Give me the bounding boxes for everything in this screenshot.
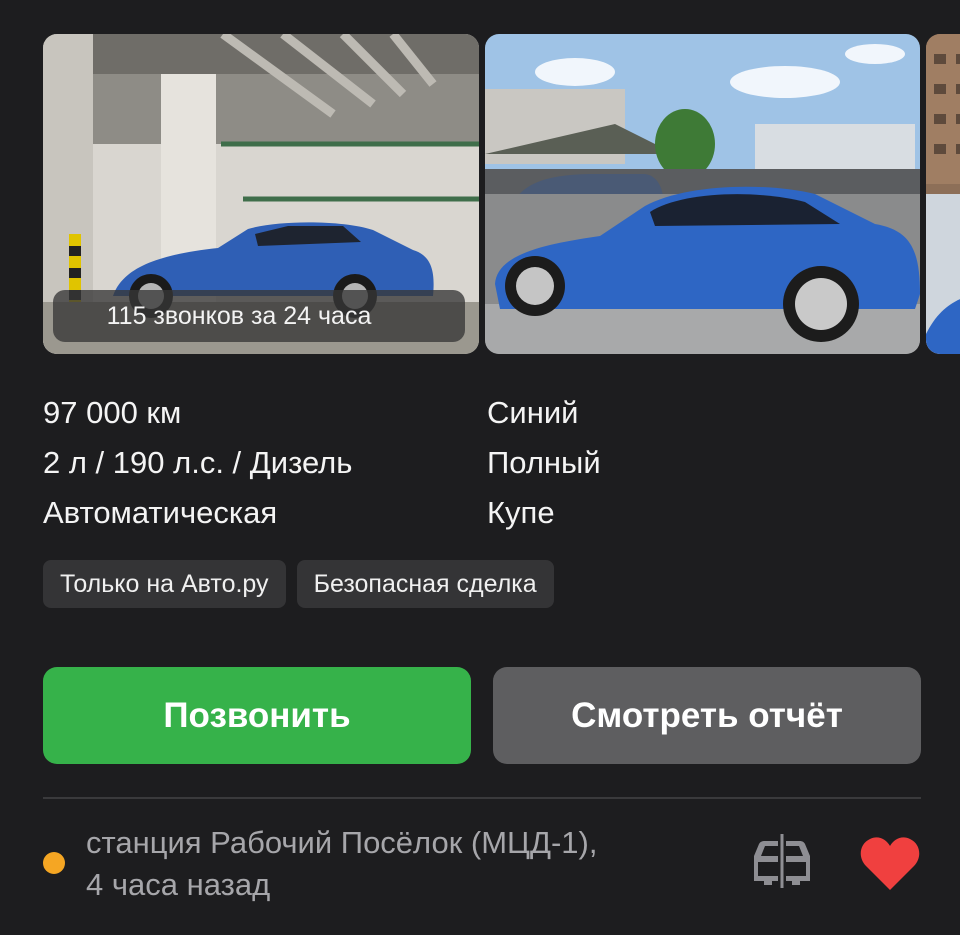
posted-time: 4 часа назад (86, 867, 271, 902)
location-info: станция Рабочий Посёлок (МЦД-1), 4 часа … (86, 822, 597, 906)
photo-gallery[interactable]: 115 звонков за 24 часа (43, 34, 960, 354)
spec-color: Синий (487, 395, 579, 430)
listing-tags: Только на Авто.ру Безопасная сделка (43, 560, 554, 608)
view-report-button[interactable]: Смотреть отчёт (493, 667, 921, 764)
car-photo-partial[interactable] (926, 34, 960, 354)
partial-image (926, 34, 960, 354)
car-photo-garage[interactable]: 115 звонков за 24 часа (43, 34, 479, 354)
specs-right-column: Синий Полный Купе (487, 388, 601, 538)
location-station: станция Рабочий Посёлок (МЦД-1), (86, 825, 598, 860)
tag-safe-deal[interactable]: Безопасная сделка (296, 560, 554, 608)
spec-mileage: 97 000 км (43, 395, 182, 430)
spec-body: Купе (487, 495, 555, 530)
spec-engine: 2 л / 190 л.с. / Дизель (43, 445, 353, 480)
calls-count-badge: 115 звонков за 24 часа (53, 290, 465, 342)
spec-transmission: Автоматическая (43, 495, 278, 530)
car-photo-outdoor[interactable] (485, 34, 920, 354)
heart-icon[interactable] (860, 836, 920, 892)
spec-drive: Полный (487, 445, 601, 480)
compare-cars-icon[interactable] (750, 832, 814, 890)
specs-left-column: 97 000 км 2 л / 190 л.с. / Дизель Автома… (43, 388, 352, 538)
listing-card: 115 звонков за 24 часа 97 000 км 2 л / 1… (0, 0, 960, 935)
tag-only-autoru[interactable]: Только на Авто.ру (43, 560, 286, 608)
status-dot-icon (43, 852, 65, 874)
outdoor-image (485, 34, 920, 354)
call-button[interactable]: Позвонить (43, 667, 471, 764)
divider (43, 797, 921, 799)
